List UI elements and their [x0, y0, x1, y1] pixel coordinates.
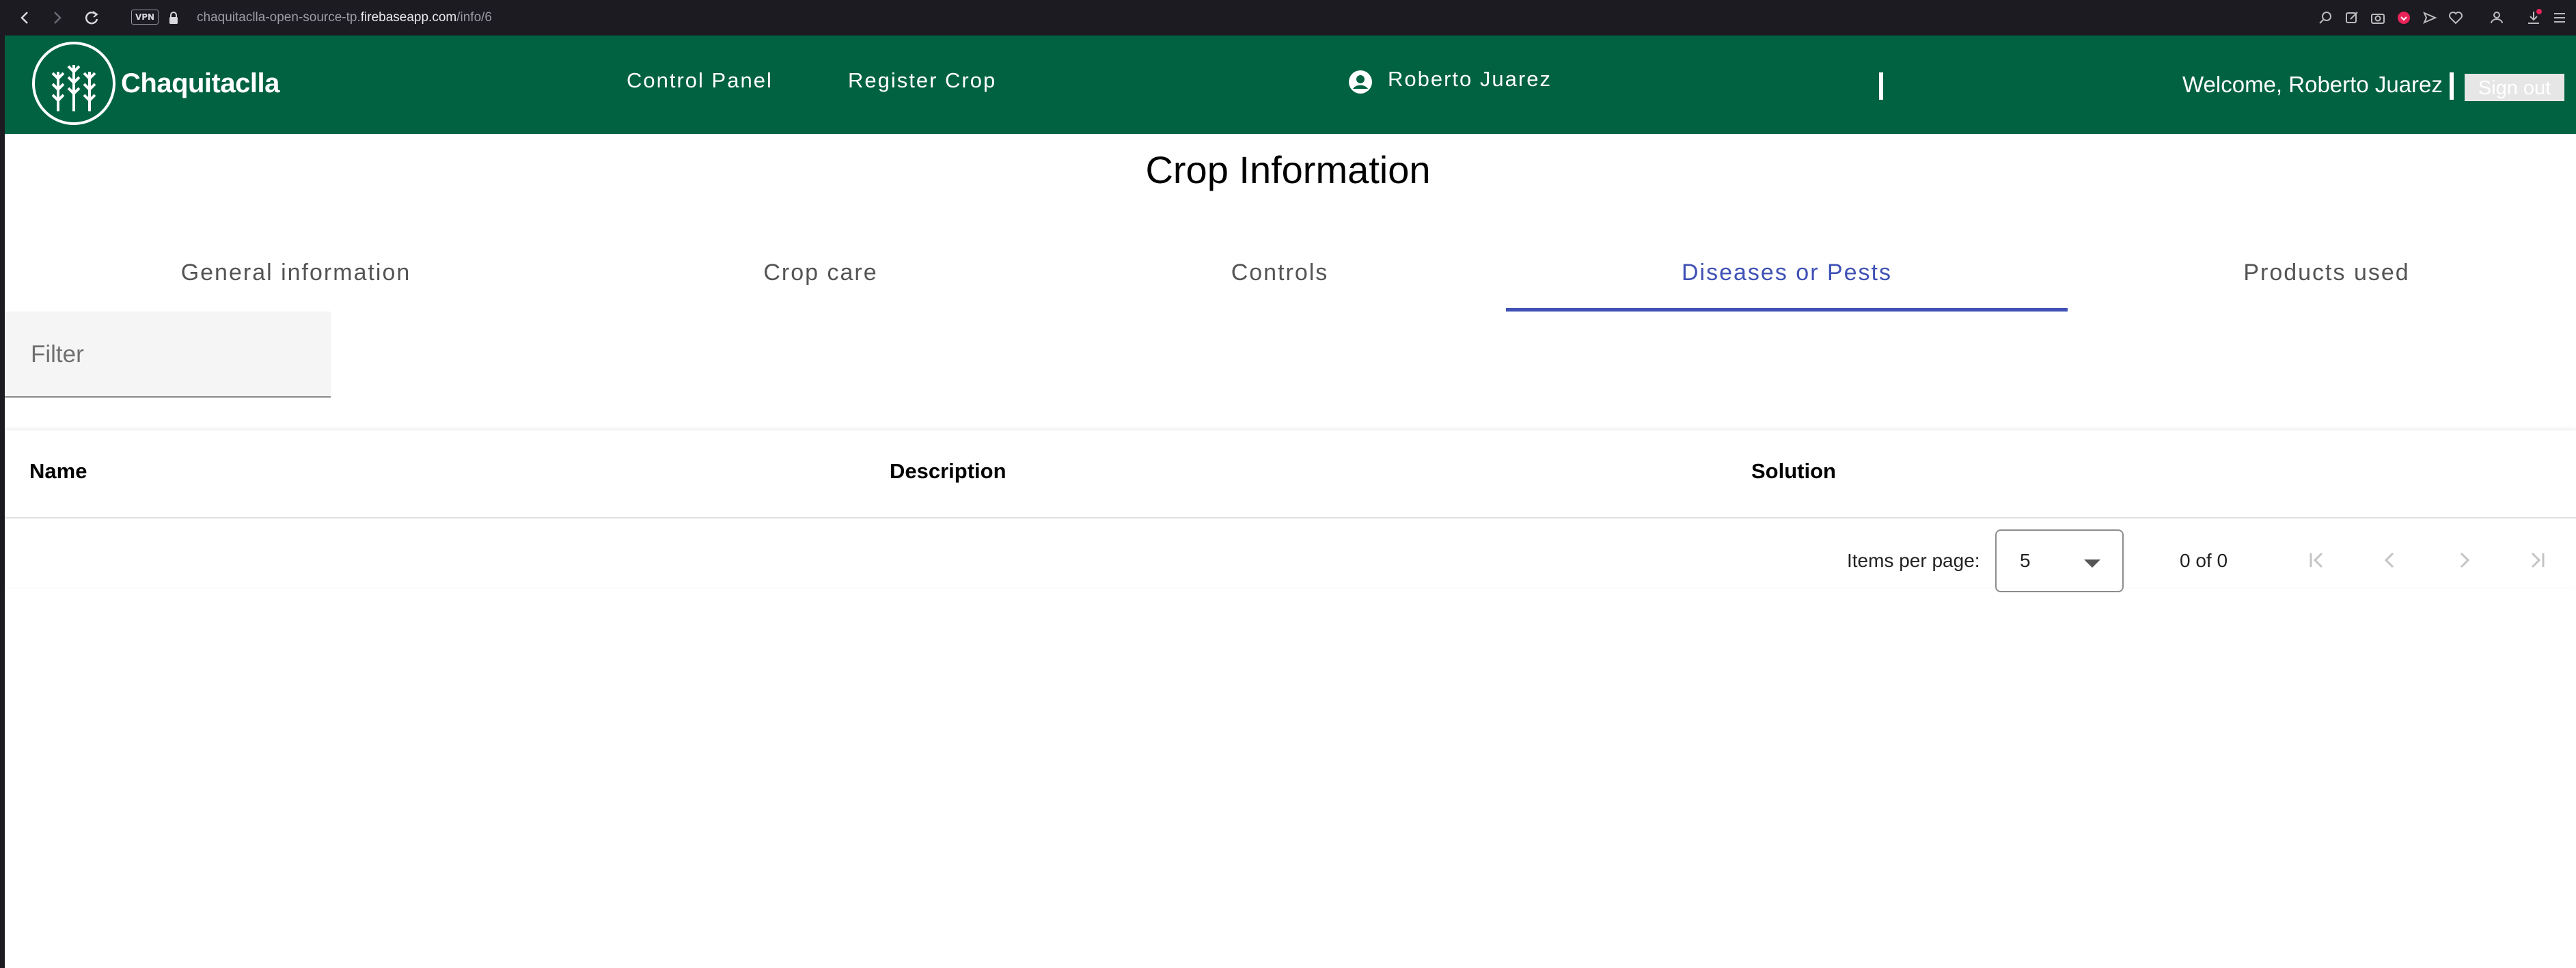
- camera-icon[interactable]: [2368, 8, 2387, 27]
- send-icon[interactable]: [2420, 8, 2439, 27]
- edit-icon[interactable]: [2342, 8, 2361, 27]
- last-page-icon[interactable]: [2523, 545, 2553, 575]
- account-circle-icon: [1349, 70, 1372, 94]
- nav-control-panel[interactable]: Control Panel: [627, 68, 773, 93]
- tab-controls[interactable]: Controls: [1231, 260, 1329, 286]
- url-prefix: chaquitaclla-open-source-tp.: [197, 10, 361, 25]
- zoom-icon[interactable]: [2316, 8, 2335, 27]
- filter-field[interactable]: [5, 312, 331, 398]
- menu-icon[interactable]: [2550, 8, 2569, 27]
- first-page-icon[interactable]: [2301, 545, 2331, 575]
- previous-page-icon[interactable]: [2375, 545, 2405, 575]
- url-path: /info/6: [456, 10, 492, 25]
- shield-icon[interactable]: [2394, 8, 2413, 27]
- user-profile-link[interactable]: Roberto Juarez: [1388, 67, 1552, 92]
- tab-diseases-or-pests[interactable]: Diseases or Pests: [1682, 260, 1892, 286]
- brand-name[interactable]: Chaquitaclla: [121, 68, 279, 99]
- reload-icon[interactable]: [82, 8, 101, 27]
- back-icon[interactable]: [15, 8, 34, 27]
- divider: [2450, 72, 2454, 100]
- tab-general-information[interactable]: General information: [181, 260, 411, 286]
- items-per-page-label: Items per page:: [1847, 550, 1980, 571]
- download-icon[interactable]: [2524, 8, 2543, 27]
- tab-products-used[interactable]: Products used: [2243, 260, 2409, 286]
- window-left-edge: [0, 0, 5, 968]
- filter-input[interactable]: [29, 340, 319, 369]
- welcome-text: Welcome, Roberto Juarez: [2182, 72, 2443, 97]
- heart-icon[interactable]: [2446, 8, 2465, 27]
- profile-icon[interactable]: [2487, 8, 2506, 27]
- forward-icon[interactable]: [48, 8, 67, 27]
- logo[interactable]: [32, 42, 115, 125]
- browser-toolbar: VPN chaquitaclla-open-source-tp.firebase…: [0, 0, 2576, 36]
- column-header-solution[interactable]: Solution: [1751, 459, 1836, 484]
- vpn-badge[interactable]: VPN: [131, 10, 159, 25]
- active-tab-indicator: [1506, 308, 2068, 312]
- tab-crop-care[interactable]: Crop care: [763, 260, 877, 286]
- app-header: Chaquitaclla Control Panel Register Crop…: [5, 36, 2576, 134]
- address-bar[interactable]: chaquitaclla-open-source-tp.firebaseapp.…: [197, 8, 492, 27]
- divider: [1879, 72, 1883, 100]
- page-size-select[interactable]: 5: [1995, 529, 2124, 592]
- column-header-name[interactable]: Name: [29, 459, 87, 484]
- range-label: 0 of 0: [2180, 550, 2228, 571]
- wheat-icon: [51, 65, 96, 111]
- page-title: Crop Information: [1145, 148, 1431, 191]
- page-size-value: 5: [2020, 550, 2031, 571]
- sign-out-button[interactable]: Sign out: [2465, 74, 2564, 101]
- url-domain: firebaseapp.com: [360, 10, 457, 25]
- lock-icon[interactable]: [164, 8, 183, 27]
- dropdown-arrow-icon: [2084, 559, 2100, 568]
- header-divider: [5, 517, 2576, 518]
- column-header-description[interactable]: Description: [890, 459, 1006, 484]
- nav-register-crop[interactable]: Register Crop: [848, 68, 996, 93]
- next-page-icon[interactable]: [2449, 545, 2479, 575]
